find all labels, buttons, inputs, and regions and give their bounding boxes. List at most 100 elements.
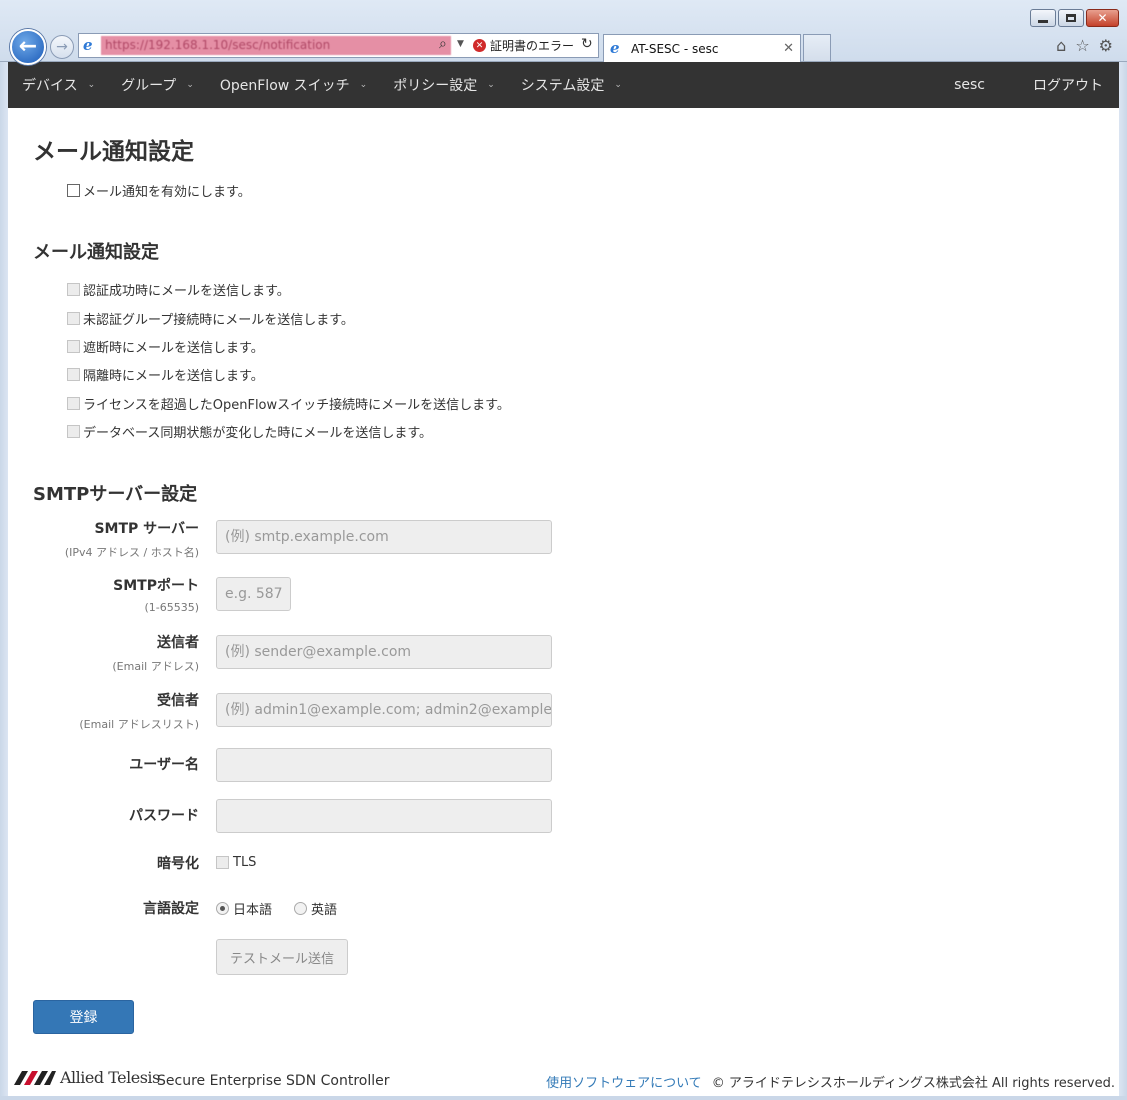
window-frame-bottom: [0, 1096, 1127, 1100]
close-window-button[interactable]: ✕: [1086, 9, 1119, 27]
minimize-icon: [1038, 19, 1048, 23]
window-frame-right: [1119, 62, 1127, 1100]
nav-devices-label: デバイス: [22, 78, 78, 94]
enable-notification-label: メール通知を有効にします。: [83, 185, 251, 200]
browser-tab[interactable]: e AT-SESC - sesc ✕: [603, 34, 801, 62]
notify-option-label: 隔離時にメールを送信します。: [83, 369, 264, 384]
smtp-server-label: SMTP サーバー: [94, 521, 199, 537]
nav-devices[interactable]: デバイス ⌄: [8, 62, 107, 108]
notify-option-db-sync[interactable]: データベース同期状態が変化した時にメールを送信します。: [67, 422, 432, 441]
window-frame-left: [0, 62, 8, 1100]
close-icon: ✕: [1097, 11, 1108, 25]
address-bar[interactable]: e https://192.168.1.10/sesc/notification…: [78, 33, 599, 58]
app-navbar: デバイス ⌄ グループ ⌄ OpenFlow スイッチ ⌄ ポリシー設定 ⌄ システム設…: [8, 62, 1119, 108]
back-button[interactable]: ←: [10, 29, 46, 65]
caret-down-icon: ⌄: [359, 80, 368, 90]
footer: Allied Telesis Secure Enterprise SDN Con…: [8, 1064, 1119, 1096]
dropdown-icon[interactable]: ▼: [457, 39, 464, 49]
language-label-group: 言語設定: [143, 898, 199, 918]
recipient-label-group: 受信者 (Email アドレスリスト): [79, 690, 199, 732]
notify-option-quarantine[interactable]: 隔離時にメールを送信します。: [67, 365, 264, 384]
notify-option-block[interactable]: 遮断時にメールを送信します。: [67, 337, 264, 356]
notify-section-title: メール通知設定: [33, 242, 159, 263]
caret-down-icon: ⌄: [614, 80, 622, 90]
notify-checkbox[interactable]: [67, 397, 80, 410]
new-tab-button[interactable]: [803, 34, 831, 61]
search-icon[interactable]: ⌕: [439, 36, 447, 52]
caret-down-icon: ⌄: [87, 80, 96, 90]
nav-user[interactable]: sesc: [930, 62, 1009, 108]
copyright: © アライドテレシスホールディングス株式会社 All rights reserv…: [711, 1076, 1115, 1091]
sender-label-group: 送信者 (Email アドレス): [112, 632, 199, 674]
maximize-button[interactable]: [1058, 9, 1084, 27]
enable-notification-row[interactable]: メール通知を有効にします。: [67, 181, 251, 200]
nav-groups[interactable]: グループ ⌄: [107, 62, 206, 108]
notify-checkbox[interactable]: [67, 340, 80, 353]
page-title: メール通知設定: [33, 139, 194, 165]
forward-button[interactable]: →: [50, 35, 74, 59]
language-radio-japanese[interactable]: [216, 902, 229, 915]
sender-input[interactable]: (例) sender@example.com: [216, 635, 552, 669]
nav-groups-label: グループ: [121, 78, 177, 94]
smtp-server-input[interactable]: (例) smtp.example.com: [216, 520, 552, 554]
tab-close-icon[interactable]: ✕: [783, 41, 794, 56]
caret-down-icon: ⌄: [186, 80, 194, 90]
certificate-error-label: 証明書のエラー: [490, 39, 575, 53]
smtp-section-title: SMTPサーバー設定: [33, 484, 198, 505]
language-radio-english[interactable]: [294, 902, 308, 915]
nav-policy[interactable]: ポリシー設定 ⌄: [379, 62, 507, 108]
send-test-mail-button[interactable]: テストメール送信: [216, 939, 348, 975]
notify-option-license-exceeded[interactable]: ライセンスを超過したOpenFlowスイッチ接続時にメールを送信します。: [67, 394, 510, 413]
notify-checkbox[interactable]: [67, 368, 80, 381]
language-japanese-label: 日本語: [233, 903, 273, 918]
ie-tab-icon: e: [610, 39, 620, 57]
home-icon[interactable]: ⌂: [1056, 36, 1066, 55]
maximize-icon: [1066, 14, 1076, 22]
username-label: ユーザー名: [129, 757, 199, 773]
register-button[interactable]: 登録: [33, 1000, 134, 1034]
notify-option-label: 遮断時にメールを送信します。: [83, 341, 264, 356]
notify-checkbox[interactable]: [67, 283, 80, 296]
smtp-port-label-group: SMTPポート (1-65535): [113, 575, 199, 614]
password-label: パスワード: [129, 808, 199, 824]
address-url[interactable]: https://192.168.1.10/sesc/notification: [101, 36, 451, 55]
nav-system-label: システム設定: [520, 78, 605, 94]
language-options: 日本語 英語: [216, 899, 337, 918]
language-english-label: 英語: [311, 903, 338, 918]
minimize-button[interactable]: [1030, 9, 1056, 27]
notify-option-label: 未認証グループ接続時にメールを送信します。: [83, 313, 354, 328]
logout-link[interactable]: ログアウト: [1009, 62, 1119, 108]
certificate-error[interactable]: ✕ 証明書のエラー: [473, 37, 574, 54]
smtp-port-input[interactable]: e.g. 587: [216, 577, 291, 611]
encryption-label-group: 暗号化: [157, 853, 199, 873]
nav-policy-label: ポリシー設定: [393, 78, 478, 94]
browser-chrome: ✕ ← → e https://192.168.1.10/sesc/notifi…: [0, 0, 1127, 65]
arrow-left-icon: ←: [18, 34, 38, 59]
notify-checkbox[interactable]: [67, 312, 80, 325]
refresh-icon[interactable]: ↻: [581, 36, 593, 52]
nav-system[interactable]: システム設定 ⌄: [507, 62, 634, 108]
recipient-label: 受信者: [157, 693, 199, 709]
recipient-input[interactable]: (例) admin1@example.com; admin2@example.c…: [216, 693, 552, 727]
username-input[interactable]: [216, 748, 552, 782]
password-input[interactable]: [216, 799, 552, 833]
notify-checkbox[interactable]: [67, 425, 80, 438]
logo-mark-icon: [14, 1070, 56, 1085]
tls-checkbox[interactable]: [216, 856, 229, 869]
favorites-star-icon[interactable]: ☆: [1075, 36, 1089, 55]
notify-option-unauth-group[interactable]: 未認証グループ接続時にメールを送信します。: [67, 309, 354, 328]
software-info-link[interactable]: 使用ソフトウェアについて: [546, 1072, 702, 1091]
gear-icon[interactable]: ⚙: [1099, 36, 1113, 55]
enable-notification-checkbox[interactable]: [67, 184, 80, 197]
nav-openflow-label: OpenFlow スイッチ: [219, 78, 350, 94]
tls-option[interactable]: TLS: [216, 855, 256, 870]
sender-hint: (Email アドレス): [112, 660, 199, 673]
nav-openflow-switch[interactable]: OpenFlow スイッチ ⌄: [206, 62, 379, 108]
encryption-label: 暗号化: [157, 856, 199, 872]
notify-option-auth-success[interactable]: 認証成功時にメールを送信します。: [67, 280, 290, 299]
window-controls: ✕: [1030, 9, 1119, 27]
footer-right: 使用ソフトウェアについて © アライドテレシスホールディングス株式会社 All …: [546, 1072, 1115, 1091]
smtp-port-label: SMTPポート: [113, 578, 199, 594]
notify-option-label: 認証成功時にメールを送信します。: [83, 284, 290, 299]
sender-label: 送信者: [157, 635, 199, 651]
